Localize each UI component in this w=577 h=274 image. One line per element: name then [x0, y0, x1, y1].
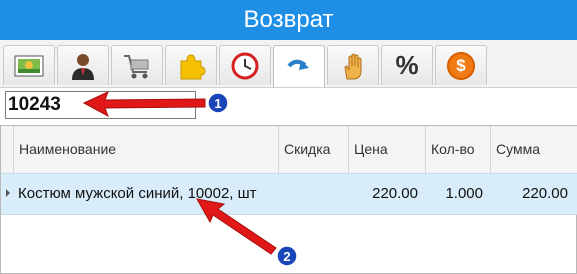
row-indicator-icon: [6, 189, 10, 197]
column-header-qty[interactable]: Кол-во: [426, 126, 491, 173]
tab-shopping-cart[interactable]: [111, 45, 163, 85]
search-input[interactable]: 10243: [5, 91, 196, 119]
tab-return[interactable]: [273, 45, 325, 87]
cell-sum: 220.00: [522, 185, 568, 202]
tab-hand[interactable]: [327, 45, 379, 85]
dollar-coin-icon: $: [447, 51, 475, 80]
annotation-badge-1: 1: [207, 92, 229, 114]
column-header-price[interactable]: Цена: [349, 126, 426, 173]
cell-price: 220.00: [372, 185, 418, 202]
tab-picture[interactable]: [3, 45, 55, 85]
picture-icon: [14, 55, 44, 76]
clock-icon: [231, 52, 259, 79]
column-header-name[interactable]: Наименование: [14, 126, 279, 173]
hand-icon: [344, 53, 362, 79]
cell-qty: 1.000: [445, 185, 483, 202]
cell-name: Костюм мужской синий, 10002, шт: [18, 185, 257, 202]
window-title: Возврат: [243, 6, 334, 33]
row-header-corner: [1, 126, 14, 173]
column-header-discount[interactable]: Скидка: [279, 126, 349, 173]
column-header-sum[interactable]: Сумма: [491, 126, 576, 173]
annotation-badge-1-label: 1: [214, 96, 221, 111]
window-title-bar: Возврат: [0, 0, 577, 40]
table-row[interactable]: Костюм мужской синий, 10002, шт 220.00 1…: [1, 173, 577, 215]
table-header: Наименование Скидка Цена Кол-во Сумма: [1, 126, 577, 174]
dollar-sign: $: [456, 55, 466, 75]
tab-percent[interactable]: %: [381, 45, 433, 85]
tab-clock[interactable]: [219, 45, 271, 85]
shopping-cart-icon: [124, 54, 149, 78]
tab-puzzle[interactable]: [165, 45, 217, 85]
redo-arrow-icon: [287, 59, 309, 70]
toolbar-tabs: % $: [0, 40, 577, 88]
items-table: Наименование Скидка Цена Кол-во Сумма Ко…: [0, 125, 577, 274]
tab-dollar[interactable]: $: [435, 45, 487, 85]
cell-discount: [279, 174, 349, 214]
percent-icon: %: [395, 50, 419, 80]
user-icon: [72, 53, 94, 80]
puzzle-icon: [180, 53, 206, 79]
tab-user[interactable]: [57, 45, 109, 85]
